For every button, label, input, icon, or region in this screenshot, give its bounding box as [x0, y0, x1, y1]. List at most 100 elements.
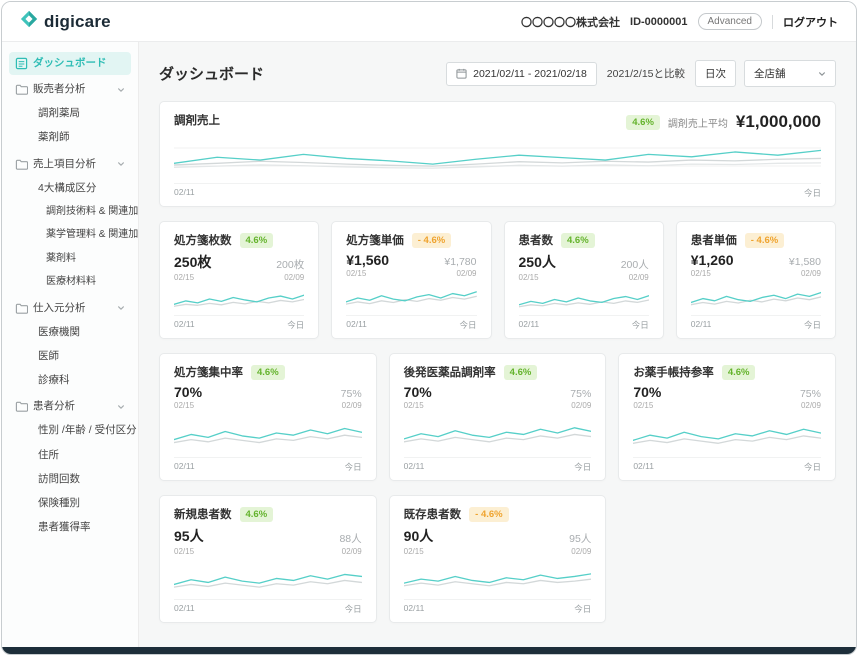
card-title: 処方箋単価	[346, 232, 404, 248]
sidebar-item[interactable]: 医師	[9, 345, 131, 368]
card-title: 後発医薬品調剤率	[404, 364, 496, 380]
card-value-date: 02/15	[174, 547, 204, 556]
plan-badge: Advanced	[698, 13, 762, 30]
card-compare-date: 02/09	[570, 401, 591, 410]
card-title: 処方箋枚数	[174, 232, 232, 248]
x-axis-start: 02/11	[404, 603, 425, 615]
card-value: 70%	[633, 384, 661, 400]
logout-button[interactable]: ログアウト	[783, 14, 838, 30]
sparkline-chart	[404, 560, 592, 597]
sidebar-item[interactable]: 調剤薬局	[9, 102, 131, 125]
change-badge: 4.6%	[561, 233, 595, 248]
logo[interactable]: digicare	[20, 10, 111, 33]
card-compare-value: 95人	[569, 531, 591, 546]
x-axis-end: 今日	[804, 461, 821, 473]
sidebar-item[interactable]: ダッシュボード	[9, 52, 131, 75]
sparkline-chart	[174, 560, 362, 597]
folder-icon	[15, 83, 28, 96]
sidebar-item-label: 販売者分析	[33, 83, 86, 96]
compare-label[interactable]: 2021/2/15と比較	[605, 66, 687, 81]
sidebar-item[interactable]: 売上項目分析	[9, 153, 131, 176]
card-value-date: 02/15	[346, 269, 389, 278]
x-axis-start: 02/11	[174, 461, 195, 473]
card-title: 患者数	[519, 232, 554, 248]
kpi-card: 患者数 4.6% 250人 02/15 200人 02/09 02/11 今日	[504, 221, 664, 339]
sidebar-item[interactable]: 医療材料料	[9, 271, 131, 294]
x-axis-end: 今日	[574, 603, 591, 615]
sidebar-item-label: ダッシュボード	[33, 57, 107, 70]
card-title: 調剤売上	[174, 112, 220, 128]
change-badge: - 4.6%	[745, 233, 784, 248]
store-select[interactable]: 全店舗	[744, 60, 836, 87]
sidebar-item[interactable]: 性別 /年齢 / 受付区分	[9, 419, 131, 442]
average-value: ¥1,000,000	[736, 112, 821, 132]
kpi-card: 処方箋枚数 4.6% 250枚 02/15 200枚 02/09 02/11 今…	[159, 221, 319, 339]
card-compare-value: 75%	[570, 388, 591, 400]
sidebar: ダッシュボード 販売者分析 調剤薬局 薬剤師 売上項目分析 4大構成区分 調剤技…	[2, 42, 139, 647]
card-title: 既存患者数	[404, 506, 462, 522]
sidebar-item[interactable]: 4大構成区分	[9, 177, 131, 200]
card-compare-date: 02/09	[276, 273, 304, 282]
x-axis-end: 今日	[804, 319, 821, 331]
sidebar-item-label: 性別 /年齢 / 受付区分	[38, 424, 137, 437]
sidebar-item[interactable]: 患者分析	[9, 395, 131, 418]
card-compare-value: 75%	[800, 388, 821, 400]
sidebar-item-label: 診療科	[38, 374, 70, 387]
sidebar-item[interactable]: 薬剤師	[9, 126, 131, 149]
x-axis-end: 今日	[804, 187, 821, 199]
card-value-date: 02/15	[519, 273, 556, 282]
change-badge: 4.6%	[240, 507, 274, 522]
app-header: digicare 〇〇〇〇〇株式会社 ID-0000001 Advanced ロ…	[2, 2, 856, 42]
period-button[interactable]: 日次	[695, 60, 736, 87]
sidebar-item[interactable]: 訪問回数	[9, 468, 131, 491]
x-axis-start: 02/11	[519, 319, 540, 331]
sidebar-item[interactable]: 薬剤料	[9, 248, 131, 271]
main-content: ダッシュボード 2021/02/11 - 2021/02/18 2021/2/1…	[139, 42, 856, 647]
sidebar-item[interactable]: 調剤技術料 & 関連加算	[9, 201, 131, 224]
sidebar-item[interactable]: 薬学管理料 & 関連加算	[9, 224, 131, 247]
card-title: 処方箋集中率	[174, 364, 243, 380]
sales-line-chart	[174, 136, 821, 181]
kpi-row-1: 処方箋枚数 4.6% 250枚 02/15 200枚 02/09 02/11 今…	[159, 221, 836, 339]
card-title: お薬手帳持参率	[633, 364, 714, 380]
sparkline-chart	[404, 414, 592, 455]
card-value: ¥1,260	[691, 252, 734, 268]
page-title: ダッシュボード	[159, 63, 264, 84]
change-badge: - 4.6%	[469, 507, 508, 522]
kpi-card: 新規患者数 4.6% 95人 02/15 88人 02/09 02/11 今日	[159, 495, 377, 623]
kpi-card: 処方箋集中率 4.6% 70% 02/15 75% 02/09 02/11 今日	[159, 353, 377, 481]
sidebar-item[interactable]: 仕入元分析	[9, 297, 131, 320]
sidebar-item-label: 4大構成区分	[38, 182, 96, 195]
sidebar-item-label: 患者獲得率	[38, 521, 91, 534]
card-compare-value: 200人	[621, 257, 649, 272]
x-axis-end: 今日	[459, 319, 476, 331]
card-compare-date: 02/09	[800, 401, 821, 410]
card-value-date: 02/15	[174, 401, 202, 410]
card-value-date: 02/15	[633, 401, 661, 410]
sidebar-item[interactable]: 保険種別	[9, 492, 131, 515]
card-value: 95人	[174, 526, 204, 546]
sparkline-chart	[633, 414, 821, 455]
sidebar-item[interactable]: 診療科	[9, 369, 131, 392]
sparkline-chart	[174, 286, 304, 313]
sidebar-item-label: 医師	[38, 350, 59, 363]
chevron-down-icon	[818, 70, 826, 78]
card-compare-value: ¥1,780	[444, 256, 476, 268]
sidebar-item-label: 調剤薬局	[38, 107, 80, 120]
card-compare-value: 200枚	[276, 257, 304, 272]
card-compare-date: 02/09	[789, 269, 821, 278]
date-range-picker[interactable]: 2021/02/11 - 2021/02/18	[446, 62, 597, 86]
x-axis-start: 02/11	[174, 319, 195, 331]
sidebar-item[interactable]: 販売者分析	[9, 78, 131, 101]
date-range-value: 2021/02/11 - 2021/02/18	[473, 68, 587, 80]
card-title: 新規患者数	[174, 506, 232, 522]
sidebar-item[interactable]: 患者獲得率	[9, 516, 131, 539]
sidebar-item[interactable]: 医療機関	[9, 321, 131, 344]
chevron-down-icon	[117, 86, 125, 94]
chevron-down-icon	[117, 304, 125, 312]
card-value-date: 02/15	[404, 401, 432, 410]
x-axis-start: 02/11	[691, 319, 712, 331]
header-divider	[772, 15, 773, 29]
sidebar-item[interactable]: 住所	[9, 444, 131, 467]
sidebar-item-label: 住所	[38, 449, 59, 462]
